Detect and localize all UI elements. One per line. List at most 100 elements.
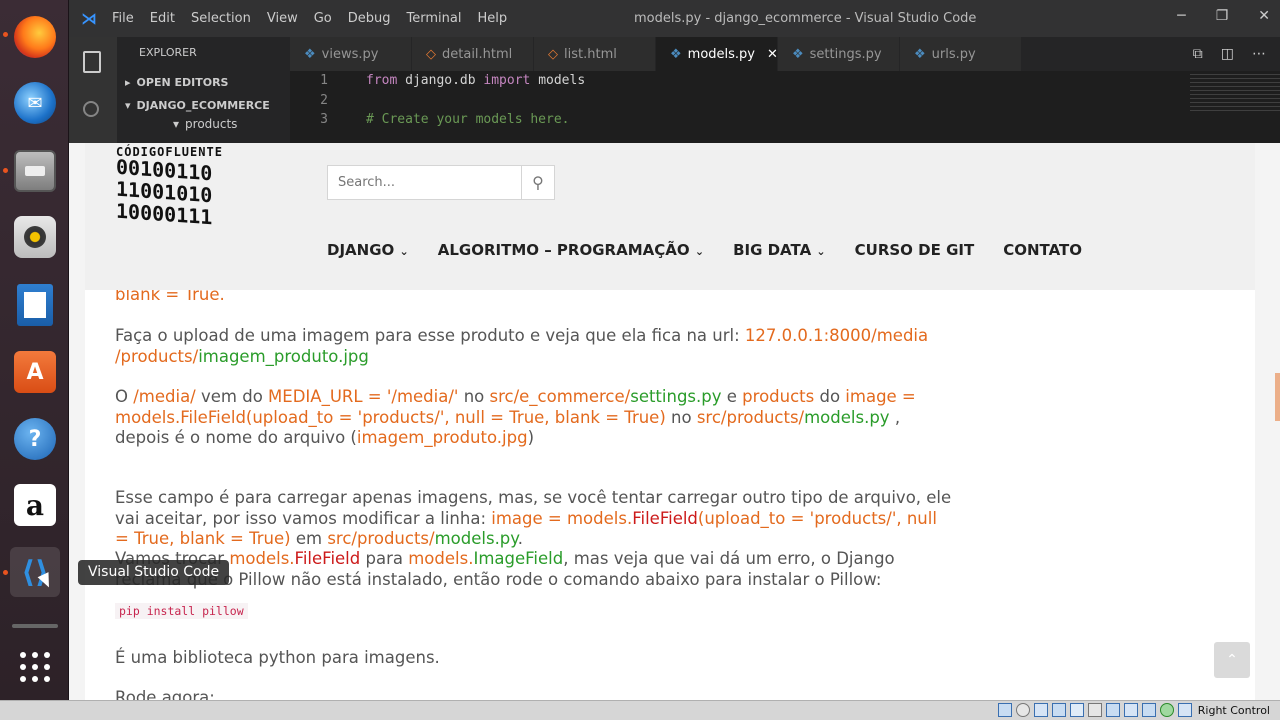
software-center-icon: A bbox=[14, 351, 56, 393]
nav-label: DJANGO bbox=[327, 241, 395, 259]
tab-label: settings.py bbox=[809, 46, 882, 62]
vscode-logo-icon: ⋊ bbox=[81, 9, 97, 28]
tab-urls-py[interactable]: ❖ urls.py bbox=[900, 37, 1022, 71]
minimap[interactable] bbox=[1190, 71, 1280, 111]
show-applications-button[interactable] bbox=[10, 642, 60, 692]
close-icon[interactable]: ✕ bbox=[767, 47, 777, 62]
search-input[interactable] bbox=[328, 166, 521, 199]
scrollbar-thumb[interactable] bbox=[1275, 373, 1280, 421]
explorer-sidebar: EXPLORER ▸ OPEN EDITORS ▾ DJANGO_ECOMMER… bbox=[117, 37, 290, 143]
scroll-to-top-button[interactable]: ⌃ bbox=[1214, 642, 1250, 678]
menu-go[interactable]: Go bbox=[314, 11, 332, 26]
keyboard-icon[interactable] bbox=[1178, 703, 1192, 717]
dock-divider bbox=[12, 624, 58, 628]
explorer-icon[interactable] bbox=[83, 51, 101, 73]
menu-edit[interactable]: Edit bbox=[150, 11, 175, 26]
minimize-icon[interactable]: ─ bbox=[1177, 8, 1185, 24]
menu-selection[interactable]: Selection bbox=[191, 11, 251, 26]
rhythmbox-launcher[interactable] bbox=[10, 212, 60, 262]
recording-icon[interactable] bbox=[1124, 703, 1138, 717]
explorer-header: EXPLORER bbox=[139, 46, 197, 59]
tab-list-html[interactable]: ◇ list.html bbox=[534, 37, 656, 71]
menu-help[interactable]: Help bbox=[477, 11, 507, 26]
software-launcher[interactable]: A bbox=[10, 347, 60, 397]
hdd-icon[interactable] bbox=[998, 703, 1012, 717]
nav-big-data[interactable]: BIG DATA ⌄ bbox=[733, 241, 826, 259]
tab-label: detail.html bbox=[442, 46, 513, 62]
text: em bbox=[290, 529, 328, 548]
site-logo[interactable]: 00100110 11001010 10000111 bbox=[116, 155, 212, 230]
folder-products[interactable]: ▾ products bbox=[173, 117, 237, 131]
paragraph: Faça o upload de uma imagem para esse pr… bbox=[115, 326, 955, 367]
menu-file[interactable]: File bbox=[112, 11, 134, 26]
paragraph: É uma biblioteca python para imagens. bbox=[115, 648, 440, 667]
menu-terminal[interactable]: Terminal bbox=[407, 11, 462, 26]
thunderbird-launcher[interactable]: ✉ bbox=[10, 78, 60, 128]
tab-label: models.py bbox=[687, 46, 755, 62]
optical-drive-icon[interactable] bbox=[1016, 703, 1030, 717]
text-highlight: models. bbox=[229, 549, 295, 568]
open-editors-section[interactable]: ▸ OPEN EDITORS bbox=[125, 76, 228, 89]
mouse-integration-icon[interactable] bbox=[1160, 703, 1174, 717]
text-highlight: imagem_produto.jpg bbox=[356, 428, 528, 447]
search-icon[interactable] bbox=[83, 101, 99, 117]
text: O bbox=[115, 387, 134, 406]
python-icon: ❖ bbox=[304, 46, 316, 62]
writer-launcher[interactable] bbox=[10, 280, 60, 330]
text: ) bbox=[527, 428, 534, 447]
paragraph: Vamos trocar models.FileField para model… bbox=[115, 549, 955, 590]
network-icon[interactable] bbox=[1052, 703, 1066, 717]
nav-contato[interactable]: CONTATO bbox=[1003, 241, 1082, 259]
nav-algoritmo[interactable]: ALGORITMO – PROGRAMAÇÃO ⌄ bbox=[438, 241, 704, 259]
more-actions-icon[interactable]: ⋯ bbox=[1252, 46, 1266, 62]
cpu-icon[interactable] bbox=[1142, 703, 1156, 717]
tab-detail-html[interactable]: ◇ detail.html bbox=[412, 37, 534, 71]
menu-view[interactable]: View bbox=[267, 11, 298, 26]
title-bar: ⋊ File Edit Selection View Go Debug Term… bbox=[69, 0, 1280, 37]
amazon-icon: a bbox=[14, 484, 56, 526]
nav-label: ALGORITMO – PROGRAMAÇÃO bbox=[437, 241, 690, 259]
folder-label: products bbox=[185, 117, 238, 131]
shared-folders-icon[interactable] bbox=[1088, 703, 1102, 717]
menu-bar: File Edit Selection View Go Debug Termin… bbox=[112, 11, 507, 26]
firefox-launcher[interactable] bbox=[10, 12, 60, 62]
menu-debug[interactable]: Debug bbox=[348, 11, 391, 26]
line-number: 1 bbox=[320, 73, 328, 88]
search-button[interactable]: ⚲ bbox=[521, 166, 554, 199]
nav-curso-git[interactable]: CURSO DE GIT bbox=[855, 241, 975, 259]
nav-label: BIG DATA bbox=[733, 241, 812, 259]
files-launcher[interactable] bbox=[10, 146, 60, 196]
running-indicator bbox=[3, 168, 8, 173]
text: e bbox=[721, 387, 743, 406]
chevron-right-icon: ▸ bbox=[125, 76, 131, 89]
host-key-label: Right Control bbox=[1197, 704, 1270, 717]
text: no bbox=[665, 407, 697, 427]
close-icon[interactable]: ✕ bbox=[1258, 8, 1270, 24]
text-highlight: src/products/ bbox=[327, 529, 435, 548]
tab-views-py[interactable]: ❖ views.py bbox=[290, 37, 412, 71]
open-changes-icon[interactable]: ⧉ bbox=[1193, 46, 1203, 62]
restore-icon[interactable]: ❐ bbox=[1216, 8, 1229, 24]
text: do bbox=[814, 387, 846, 406]
help-launcher[interactable]: ? bbox=[10, 414, 60, 464]
vscode-launcher[interactable]: ⟨⟩ bbox=[10, 547, 60, 597]
tab-models-py[interactable]: ❖ models.py ✕ bbox=[656, 37, 778, 71]
rhythmbox-icon bbox=[14, 216, 56, 258]
browser-page: CÓDIGOFLUENTE 00100110 11001010 10000111… bbox=[69, 143, 1280, 700]
tab-settings-py[interactable]: ❖ settings.py bbox=[778, 37, 900, 71]
nav-django[interactable]: DJANGO ⌄ bbox=[327, 241, 409, 259]
usb-icon[interactable] bbox=[1070, 703, 1084, 717]
amazon-launcher[interactable]: a bbox=[10, 480, 60, 530]
help-icon: ? bbox=[14, 418, 56, 460]
text-highlight: models. bbox=[408, 549, 474, 568]
editor-tabs: ❖ views.py ◇ detail.html ◇ list.html ❖ model… bbox=[290, 37, 1280, 71]
text-highlight: models.py bbox=[434, 529, 518, 548]
audio-icon[interactable] bbox=[1034, 703, 1048, 717]
display-icon[interactable] bbox=[1106, 703, 1120, 717]
split-editor-icon[interactable]: ◫ bbox=[1221, 46, 1234, 62]
paragraph: blank = True. bbox=[115, 290, 225, 304]
python-icon: ❖ bbox=[792, 46, 804, 62]
files-icon bbox=[14, 150, 56, 192]
project-section[interactable]: ▾ DJANGO_ECOMMERCE bbox=[125, 99, 270, 112]
code-editor[interactable]: 1 from django.db import models 2 3 # Cre… bbox=[290, 71, 1280, 143]
